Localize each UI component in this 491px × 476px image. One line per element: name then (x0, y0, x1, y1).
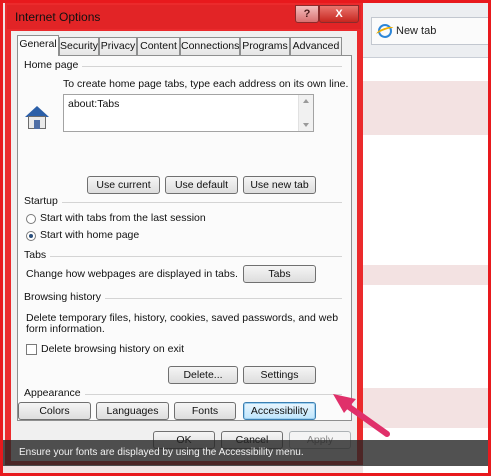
home-page-address-value: about:Tabs (68, 98, 120, 110)
radio-home-page[interactable] (26, 231, 36, 241)
help-icon: ? (303, 8, 311, 20)
tab-connections[interactable]: Connections (180, 37, 240, 55)
use-default-button[interactable]: Use default (165, 176, 238, 194)
help-button[interactable]: ? (295, 5, 319, 23)
home-page-scrollbar[interactable] (298, 95, 313, 131)
close-button[interactable]: X (319, 5, 359, 23)
browser-content-band (363, 81, 488, 135)
tab-content[interactable]: Content (137, 37, 180, 55)
accessibility-button[interactable]: Accessibility (243, 402, 316, 420)
radio-last-session-label: Start with tabs from the last session (40, 212, 206, 224)
window-title: Internet Options (15, 10, 101, 24)
close-icon: X (335, 8, 343, 20)
home-icon (24, 106, 50, 130)
scroll-up-icon[interactable] (303, 99, 309, 103)
startup-group-label: Startup (24, 195, 62, 207)
dialog-client-area: General Security Privacy Content Connect… (11, 31, 357, 461)
radio-home-page-label: Start with home page (40, 229, 140, 241)
browser-tab-new-tab[interactable]: New tab (371, 17, 488, 45)
settings-button[interactable]: Settings (243, 366, 316, 384)
tab-programs[interactable]: Programs (240, 37, 290, 55)
tab-privacy[interactable]: Privacy (99, 37, 137, 55)
delete-on-exit-label: Delete browsing history on exit (41, 343, 184, 355)
tab-strip: General Security Privacy Content Connect… (17, 35, 352, 56)
tab-general[interactable]: General (17, 35, 59, 56)
title-bar[interactable]: Internet Options ? X (7, 5, 361, 29)
tabs-group-label: Tabs (24, 249, 51, 261)
colors-button[interactable]: Colors (18, 402, 91, 420)
use-current-button[interactable]: Use current (87, 176, 160, 194)
home-page-address-box[interactable]: about:Tabs (63, 94, 314, 132)
tab-security[interactable]: Security (59, 37, 99, 55)
delete-button[interactable]: Delete... (168, 366, 238, 384)
browser-content-band (363, 265, 488, 285)
tip-caption: Ensure your fonts are displayed by using… (3, 440, 488, 466)
tabs-button[interactable]: Tabs (243, 265, 316, 283)
home-page-group-label: Home page (24, 59, 83, 71)
browser-tab-label: New tab (396, 25, 437, 37)
delete-on-exit-checkbox[interactable] (26, 344, 37, 355)
home-page-description: To create home page tabs, type each addr… (63, 78, 349, 90)
tabs-description: Change how webpages are displayed in tab… (26, 268, 238, 280)
appearance-group-label: Appearance (24, 387, 85, 399)
use-new-tab-button[interactable]: Use new tab (243, 176, 316, 194)
scroll-down-icon[interactable] (303, 123, 309, 127)
languages-button[interactable]: Languages (96, 402, 169, 420)
general-tab-panel: Home page To create home page tabs, type… (17, 55, 352, 421)
ie-logo-icon (378, 24, 392, 38)
radio-last-session[interactable] (26, 214, 36, 224)
group-divider (26, 256, 342, 257)
fonts-button[interactable]: Fonts (174, 402, 236, 420)
browser-content-band (363, 388, 488, 428)
browsing-history-description-line2: form information. (26, 323, 105, 335)
group-divider (26, 202, 342, 203)
tab-advanced[interactable]: Advanced (290, 37, 342, 55)
browsing-history-group-label: Browsing history (24, 291, 106, 303)
screenshot-frame: New tab Internet Options ? X General Sec… (0, 0, 491, 476)
